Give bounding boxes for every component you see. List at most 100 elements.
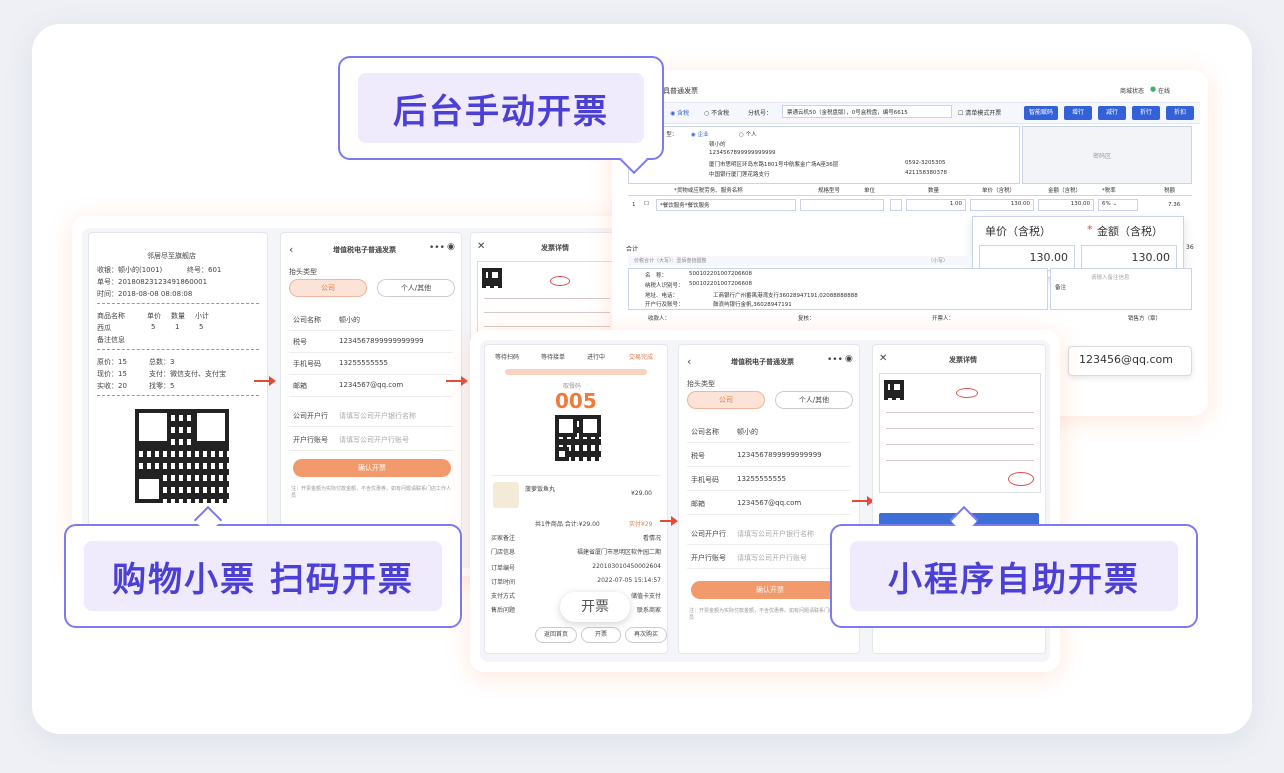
remark-value: 看情况 bbox=[642, 535, 661, 542]
seller-bank[interactable]: 鼓浪屿银行金帆,36028947191 bbox=[713, 300, 792, 308]
drawer-label: 开票人： bbox=[932, 316, 955, 322]
item-name[interactable]: *餐饮服务*餐饮服务 bbox=[656, 199, 796, 211]
items-table-row[interactable]: 1 ☐ *餐饮服务*餐饮服务 1.00 130.00 130.00 6% ⌄ 7… bbox=[628, 198, 1192, 214]
item-checkbox[interactable]: ☐ bbox=[644, 201, 649, 207]
th-spec: 规格型号 bbox=[818, 188, 841, 194]
close-icon[interactable]: ✕ bbox=[879, 353, 887, 364]
form-row-bank[interactable]: 公司开户行 请填写公司开户银行名称 bbox=[687, 523, 851, 545]
list-mode-checkbox[interactable]: ☐ 清单模式开票 bbox=[958, 108, 1001, 117]
buyer-name[interactable]: 顿小的 bbox=[709, 140, 726, 148]
enterprise-radio[interactable]: ◉ 企业 bbox=[691, 130, 709, 138]
person-radio[interactable]: ○ 个人 bbox=[739, 130, 757, 138]
form-row-phone[interactable]: 手机号码 13255555555 bbox=[289, 353, 453, 375]
pickup-qr-code[interactable] bbox=[555, 415, 601, 461]
branch-select[interactable]: 票通云机50（金税盘版），0号盒税盘，编号6615 bbox=[782, 105, 952, 118]
item-amount[interactable]: 130.00 bbox=[1038, 199, 1094, 211]
tax-excl-radio[interactable]: ○ 不含税 bbox=[704, 108, 729, 117]
back-home-button[interactable]: 返回首页 bbox=[535, 627, 577, 643]
popup-amount: 130.00 bbox=[1131, 251, 1171, 264]
form-row-phone[interactable]: 手机号码 13255555555 bbox=[687, 469, 851, 491]
form-row-email[interactable]: 邮箱 1234567@qq.com bbox=[687, 493, 851, 515]
company-type-button[interactable]: 公司 bbox=[289, 279, 367, 297]
buy-again-button[interactable]: 再次购买 bbox=[625, 627, 667, 643]
remark-field[interactable]: 备注 请输入备注信息 bbox=[1050, 268, 1192, 310]
item-no: 1 bbox=[632, 202, 636, 208]
divider bbox=[97, 303, 259, 304]
form-row-company[interactable]: 公司名称 顿小的 bbox=[289, 309, 453, 331]
target-icon[interactable]: ◉ bbox=[447, 242, 455, 252]
smart-code-button[interactable]: 智能赋码 bbox=[1024, 106, 1058, 120]
receipt-col-price: 单价 bbox=[147, 312, 161, 320]
company-type-button[interactable]: 公司 bbox=[687, 391, 765, 409]
remove-row-button[interactable]: 减行 bbox=[1098, 106, 1126, 120]
caps-total-row: 价税合计（大写）：壹佰叁拾圆整 （小写） bbox=[628, 256, 972, 266]
product-image bbox=[493, 482, 519, 508]
label-receipt-scan-text: 购物小票 扫码开票 bbox=[84, 541, 442, 611]
invoice-button[interactable]: 开票 bbox=[581, 627, 621, 643]
receipt-shop-name: 邻居尽至旗舰店 bbox=[147, 252, 196, 260]
item-price[interactable]: 130.00 bbox=[970, 199, 1034, 211]
form-row-tax[interactable]: 税号 1234567899999999999 bbox=[687, 445, 851, 467]
item-qty[interactable]: 1.00 bbox=[906, 199, 966, 211]
buyer-addr[interactable]: 厦门市思明区环岛东路1801号中航紫金广场A座36层 bbox=[709, 160, 838, 168]
back-icon[interactable]: ‹ bbox=[687, 355, 691, 368]
count-line: 共1件商品 合计:¥29.00 bbox=[535, 521, 600, 528]
item-unit[interactable] bbox=[890, 199, 902, 211]
seller-addr[interactable]: 工商银行广州番禺港湾支行36028947191,02088888888 bbox=[713, 291, 858, 299]
fold-row-button[interactable]: 折行 bbox=[1132, 106, 1160, 120]
email-box-value: 123456@qq.com bbox=[1079, 353, 1173, 366]
buyer-bank[interactable]: 中国银行厦门莲花路支行 bbox=[709, 170, 770, 178]
form-note: 注：开票金额为实际付款金额，不含优惠券。如有问题请联系门店工作人员 bbox=[291, 486, 452, 499]
personal-type-button[interactable]: 个人/其他 bbox=[377, 279, 455, 297]
pay-type-label: 支付方式 bbox=[491, 593, 516, 600]
form-row-company[interactable]: 公司名称 顿小的 bbox=[687, 421, 851, 443]
shopping-receipt: 邻居尽至旗舰店 收银：顿小的(1001) 终号：601 单号：201808231… bbox=[88, 232, 268, 532]
step-1: 等待扫码 bbox=[495, 354, 520, 361]
label-backend-manual: 后台手动开票 bbox=[338, 56, 664, 160]
invoice-float-button[interactable]: 开票 bbox=[560, 592, 630, 622]
add-row-button[interactable]: 增行 bbox=[1064, 106, 1092, 120]
discount-button[interactable]: 折扣 bbox=[1166, 106, 1194, 120]
form-row-tax[interactable]: 税号 1234567899999999999 bbox=[289, 331, 453, 353]
step-3: 进行中 bbox=[587, 354, 606, 361]
receipt-col-qty: 数量 bbox=[171, 312, 185, 320]
buyer-phone[interactable]: 0592-3205305 bbox=[905, 160, 945, 166]
receipt-note: 备注信息 bbox=[97, 336, 125, 344]
back-icon[interactable]: ‹ bbox=[289, 243, 293, 256]
more-icon[interactable]: ••• bbox=[827, 355, 843, 365]
confirm-invoice-button[interactable]: 确认开票 bbox=[691, 581, 849, 599]
form-row-email[interactable]: 邮箱 1234567@qq.com bbox=[289, 375, 453, 397]
form-row-account[interactable]: 开户行账号 请填写公司开户行账号 bbox=[687, 547, 851, 569]
item-spec[interactable] bbox=[800, 199, 884, 211]
tax-label: 税号 bbox=[691, 452, 705, 460]
more-icon[interactable]: ••• bbox=[429, 243, 445, 253]
personal-type-button[interactable]: 个人/其他 bbox=[775, 391, 853, 409]
tax-value: 1234567899999999999 bbox=[737, 451, 822, 459]
target-icon[interactable]: ◉ bbox=[845, 354, 853, 364]
invoice-image bbox=[879, 373, 1041, 493]
email-box[interactable]: 123456@qq.com bbox=[1068, 346, 1192, 376]
product-row[interactable]: 菠萝饭鱼丸 ¥29.00 bbox=[491, 475, 661, 515]
form-row-bank[interactable]: 公司开户行 请填写公司开户银行名称 bbox=[289, 405, 453, 427]
item-rate-select[interactable]: 6% ⌄ bbox=[1098, 199, 1138, 211]
buyer-tax[interactable]: 1234567899999999999 bbox=[709, 150, 776, 156]
bank-label: 公司开户行 bbox=[691, 530, 726, 538]
seller-tax[interactable]: 500102201007206608 bbox=[689, 281, 752, 287]
receipt-qr-code[interactable] bbox=[135, 409, 229, 503]
receipt-cashier: 收银：顿小的(1001) bbox=[97, 266, 163, 274]
seller-name[interactable]: 500102201007206608 bbox=[689, 271, 752, 277]
notice-bar bbox=[505, 369, 647, 375]
form-title: 增值税电子普通发票 bbox=[333, 246, 396, 254]
company-name-value: 顿小的 bbox=[339, 316, 360, 324]
confirm-invoice-button[interactable]: 确认开票 bbox=[293, 459, 451, 477]
buyer-account[interactable]: 421158380378 bbox=[905, 170, 947, 176]
bank-placeholder: 请填写公司开户银行名称 bbox=[737, 530, 814, 538]
close-icon[interactable]: ✕ bbox=[477, 241, 485, 252]
tax-incl-radio[interactable]: ◉ 含税 bbox=[670, 108, 689, 117]
tax-value: 1234567899999999999 bbox=[339, 337, 424, 345]
receipt-item-sub: 5 bbox=[199, 323, 204, 331]
seller-bank-label: 开户行及账号： bbox=[645, 302, 684, 308]
form-row-account[interactable]: 开户行账号 请填写公司开户行账号 bbox=[289, 429, 453, 451]
seller-name-label: 名 称： bbox=[645, 273, 668, 279]
invoice-seal-icon bbox=[1008, 472, 1034, 486]
